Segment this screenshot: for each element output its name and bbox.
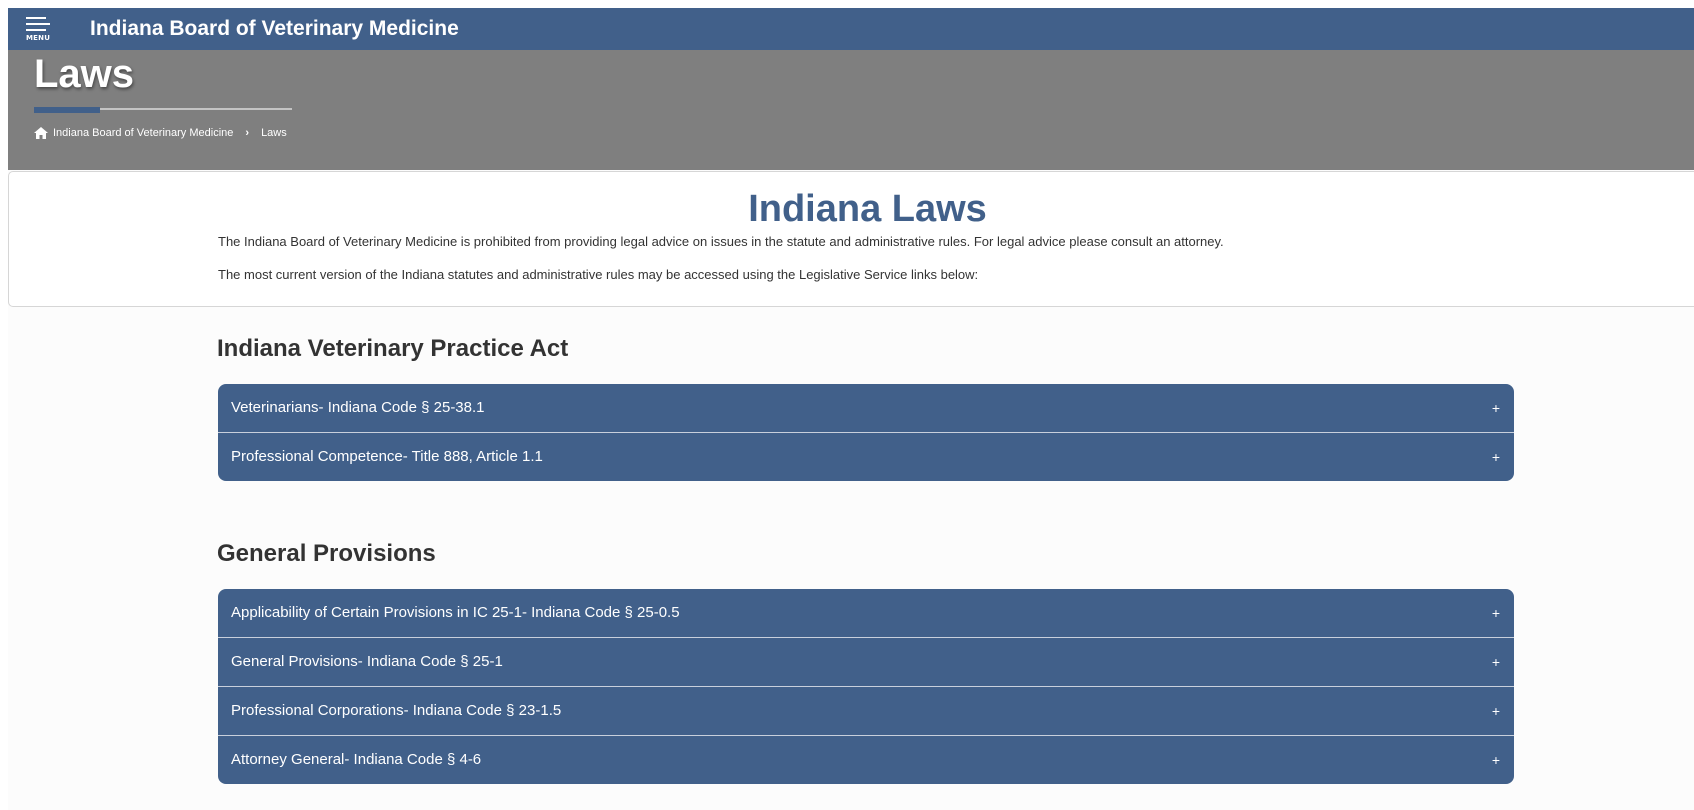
plus-icon[interactable]: + bbox=[1492, 449, 1500, 465]
accordion-item-label: Veterinarians- Indiana Code § 25-38.1 bbox=[231, 399, 485, 416]
breadcrumb-item-current: Laws bbox=[261, 127, 287, 139]
intro-card: Indiana Laws The Indiana Board of Veteri… bbox=[8, 171, 1694, 307]
plus-icon[interactable]: + bbox=[1492, 654, 1500, 670]
intro-paragraph-legal-advice: The Indiana Board of Veterinary Medicine… bbox=[218, 234, 1224, 249]
accordion-item-label: General Provisions- Indiana Code § 25-1 bbox=[231, 653, 503, 670]
hamburger-icon bbox=[26, 17, 46, 19]
page-banner: Laws Indiana Board of Veterinary Medicin… bbox=[8, 50, 1694, 170]
accordion-item-label: Professional Competence- Title 888, Arti… bbox=[231, 448, 543, 465]
accordion-item-label: Professional Corporations- Indiana Code … bbox=[231, 702, 562, 719]
breadcrumb: Indiana Board of Veterinary Medicine › L… bbox=[34, 127, 287, 139]
intro-heading: Indiana Laws bbox=[748, 188, 987, 230]
title-underline-accent bbox=[34, 107, 100, 113]
accordion-item-professional-corporations[interactable]: Professional Corporations- Indiana Code … bbox=[218, 687, 1514, 736]
accordion-practice-act: Veterinarians- Indiana Code § 25-38.1 + … bbox=[218, 384, 1514, 481]
plus-icon[interactable]: + bbox=[1492, 605, 1500, 621]
home-icon[interactable] bbox=[34, 127, 48, 139]
plus-icon[interactable]: + bbox=[1492, 400, 1500, 416]
menu-label: MENU bbox=[26, 34, 51, 42]
section-title-general-provisions: General Provisions bbox=[217, 540, 436, 567]
page-title: Laws bbox=[34, 52, 135, 96]
page-viewport: MENU Indiana Board of Veterinary Medicin… bbox=[8, 8, 1694, 810]
accordion-item-label: Attorney General- Indiana Code § 4-6 bbox=[231, 751, 482, 768]
accordion-item-attorney-general[interactable]: Attorney General- Indiana Code § 4-6 + bbox=[218, 736, 1514, 784]
plus-icon[interactable]: + bbox=[1492, 703, 1500, 719]
site-title[interactable]: Indiana Board of Veterinary Medicine bbox=[90, 17, 459, 41]
breadcrumb-item-board[interactable]: Indiana Board of Veterinary Medicine bbox=[53, 127, 233, 139]
accordion-item-professional-competence[interactable]: Professional Competence- Title 888, Arti… bbox=[218, 433, 1514, 481]
plus-icon[interactable]: + bbox=[1492, 752, 1500, 768]
menu-button[interactable]: MENU bbox=[26, 17, 52, 47]
intro-paragraph-legislative-links: The most current version of the Indiana … bbox=[218, 267, 979, 282]
accordion-item-general-provisions[interactable]: General Provisions- Indiana Code § 25-1 … bbox=[218, 638, 1514, 687]
accordion-item-label: Applicability of Certain Provisions in I… bbox=[231, 604, 680, 621]
hamburger-icon-line bbox=[26, 29, 46, 31]
accordion-general-provisions: Applicability of Certain Provisions in I… bbox=[218, 589, 1514, 784]
chevron-right-icon: › bbox=[245, 127, 250, 139]
hamburger-icon-line bbox=[26, 23, 50, 25]
accordion-item-applicability[interactable]: Applicability of Certain Provisions in I… bbox=[218, 589, 1514, 638]
section-title-practice-act: Indiana Veterinary Practice Act bbox=[217, 335, 569, 362]
top-navigation-bar: MENU Indiana Board of Veterinary Medicin… bbox=[8, 8, 1694, 50]
accordion-item-veterinarians[interactable]: Veterinarians- Indiana Code § 25-38.1 + bbox=[218, 384, 1514, 433]
